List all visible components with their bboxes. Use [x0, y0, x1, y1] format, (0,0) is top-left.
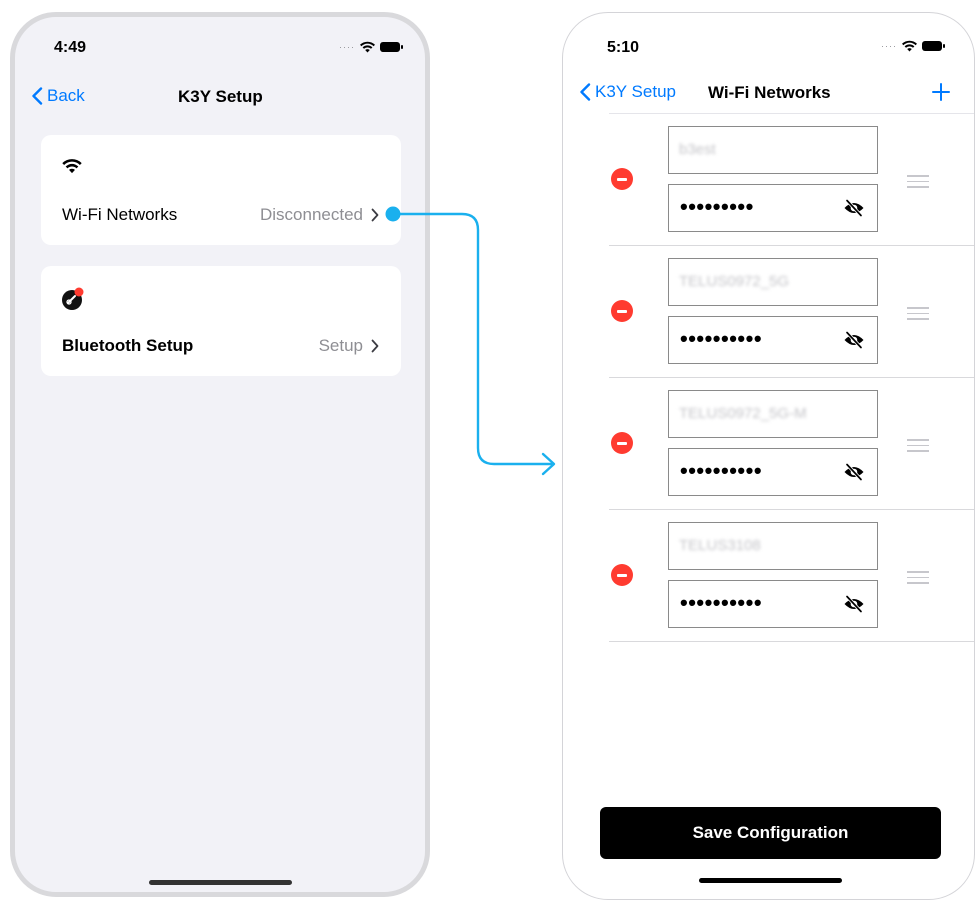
- signal-icon: ····: [339, 42, 355, 52]
- status-icons: ····: [339, 41, 403, 53]
- bluetooth-setup-card[interactable]: Bluetooth Setup Setup: [41, 266, 401, 376]
- password-input[interactable]: •••••••••: [668, 184, 878, 232]
- back-button[interactable]: Back: [31, 86, 85, 106]
- bluetooth-link-icon: [62, 287, 84, 310]
- eye-slash-icon[interactable]: [843, 331, 865, 349]
- ssid-text: TELUS0972_5G-M: [679, 405, 807, 422]
- ssid-text: b3est: [679, 141, 716, 158]
- password-input[interactable]: ••••••••••: [668, 448, 878, 496]
- battery-icon: [922, 41, 945, 51]
- wifi-networks-card[interactable]: Wi-Fi Networks Disconnected: [41, 135, 401, 245]
- ssid-text: TELUS0972_5G: [679, 273, 790, 290]
- chevron-right-icon: [371, 208, 379, 222]
- password-dots: ••••••••••: [680, 458, 763, 483]
- delete-button[interactable]: [611, 432, 633, 454]
- network-row-1: b3est •••••••••: [609, 114, 974, 246]
- wifi-status-icon: [902, 40, 917, 52]
- signal-icon: ····: [881, 41, 897, 51]
- home-indicator[interactable]: [149, 880, 292, 885]
- wifi-networks-label: Wi-Fi Networks: [62, 205, 178, 224]
- home-indicator[interactable]: [699, 878, 842, 883]
- network-row-2: TELUS0972_5G ••••••••••: [609, 246, 974, 378]
- drag-handle-icon[interactable]: [907, 175, 929, 192]
- password-dots: •••••••••: [680, 194, 754, 219]
- drag-handle-icon[interactable]: [907, 307, 929, 324]
- plus-icon[interactable]: [932, 83, 950, 101]
- back-label: K3Y Setup: [595, 82, 676, 101]
- ssid-input[interactable]: TELUS3108: [668, 522, 878, 570]
- page-title: K3Y Setup: [178, 87, 263, 106]
- wifi-status-text: Disconnected: [259, 205, 363, 224]
- phone-screen-k3y-setup: 4:49 ···· Back K3Y Setup Wi-Fi Networks …: [10, 12, 430, 897]
- ssid-input[interactable]: TELUS0972_5G-M: [668, 390, 878, 438]
- password-dots: ••••••••••: [680, 590, 763, 615]
- drag-handle-icon[interactable]: [907, 571, 929, 588]
- chevron-right-icon: [371, 339, 379, 353]
- password-input[interactable]: ••••••••••: [668, 580, 878, 628]
- bluetooth-setup-value: Setup: [319, 336, 379, 356]
- delete-button[interactable]: [611, 564, 633, 586]
- network-row-4: TELUS3108 ••••••••••: [609, 510, 974, 642]
- bluetooth-setup-text: Setup: [318, 336, 363, 355]
- ssid-input[interactable]: TELUS0972_5G: [668, 258, 878, 306]
- page-title: Wi-Fi Networks: [708, 83, 831, 102]
- wifi-icon: [62, 159, 82, 174]
- eye-slash-icon[interactable]: [843, 595, 865, 613]
- chevron-left-icon: [32, 87, 43, 105]
- row-divider: [609, 641, 974, 642]
- eye-slash-icon[interactable]: [843, 463, 865, 481]
- status-time: 5:10: [607, 39, 640, 56]
- battery-icon: [380, 42, 403, 52]
- password-input[interactable]: ••••••••••: [668, 316, 878, 364]
- ssid-text: TELUS3108: [679, 537, 761, 554]
- eye-slash-icon[interactable]: [843, 199, 865, 217]
- save-configuration-button[interactable]: Save Configuration: [600, 807, 941, 859]
- status-icons: ····: [881, 40, 945, 52]
- drag-handle-icon[interactable]: [907, 439, 929, 456]
- phone-screen-wifi-networks: 5:10 ···· K3Y Setup Wi-Fi Networks b3est…: [562, 12, 975, 900]
- chevron-left-icon: [580, 83, 591, 101]
- status-time: 4:49: [54, 39, 87, 56]
- delete-button[interactable]: [611, 300, 633, 322]
- password-dots: ••••••••••: [680, 326, 763, 351]
- ssid-input[interactable]: b3est: [668, 126, 878, 174]
- back-label: Back: [47, 86, 85, 105]
- network-row-3: TELUS0972_5G-M ••••••••••: [609, 378, 974, 510]
- wifi-status-value: Disconnected: [260, 205, 379, 225]
- delete-button[interactable]: [611, 168, 633, 190]
- wifi-status-icon: [360, 41, 375, 53]
- back-button[interactable]: K3Y Setup: [579, 82, 676, 102]
- bluetooth-setup-label: Bluetooth Setup: [62, 336, 194, 355]
